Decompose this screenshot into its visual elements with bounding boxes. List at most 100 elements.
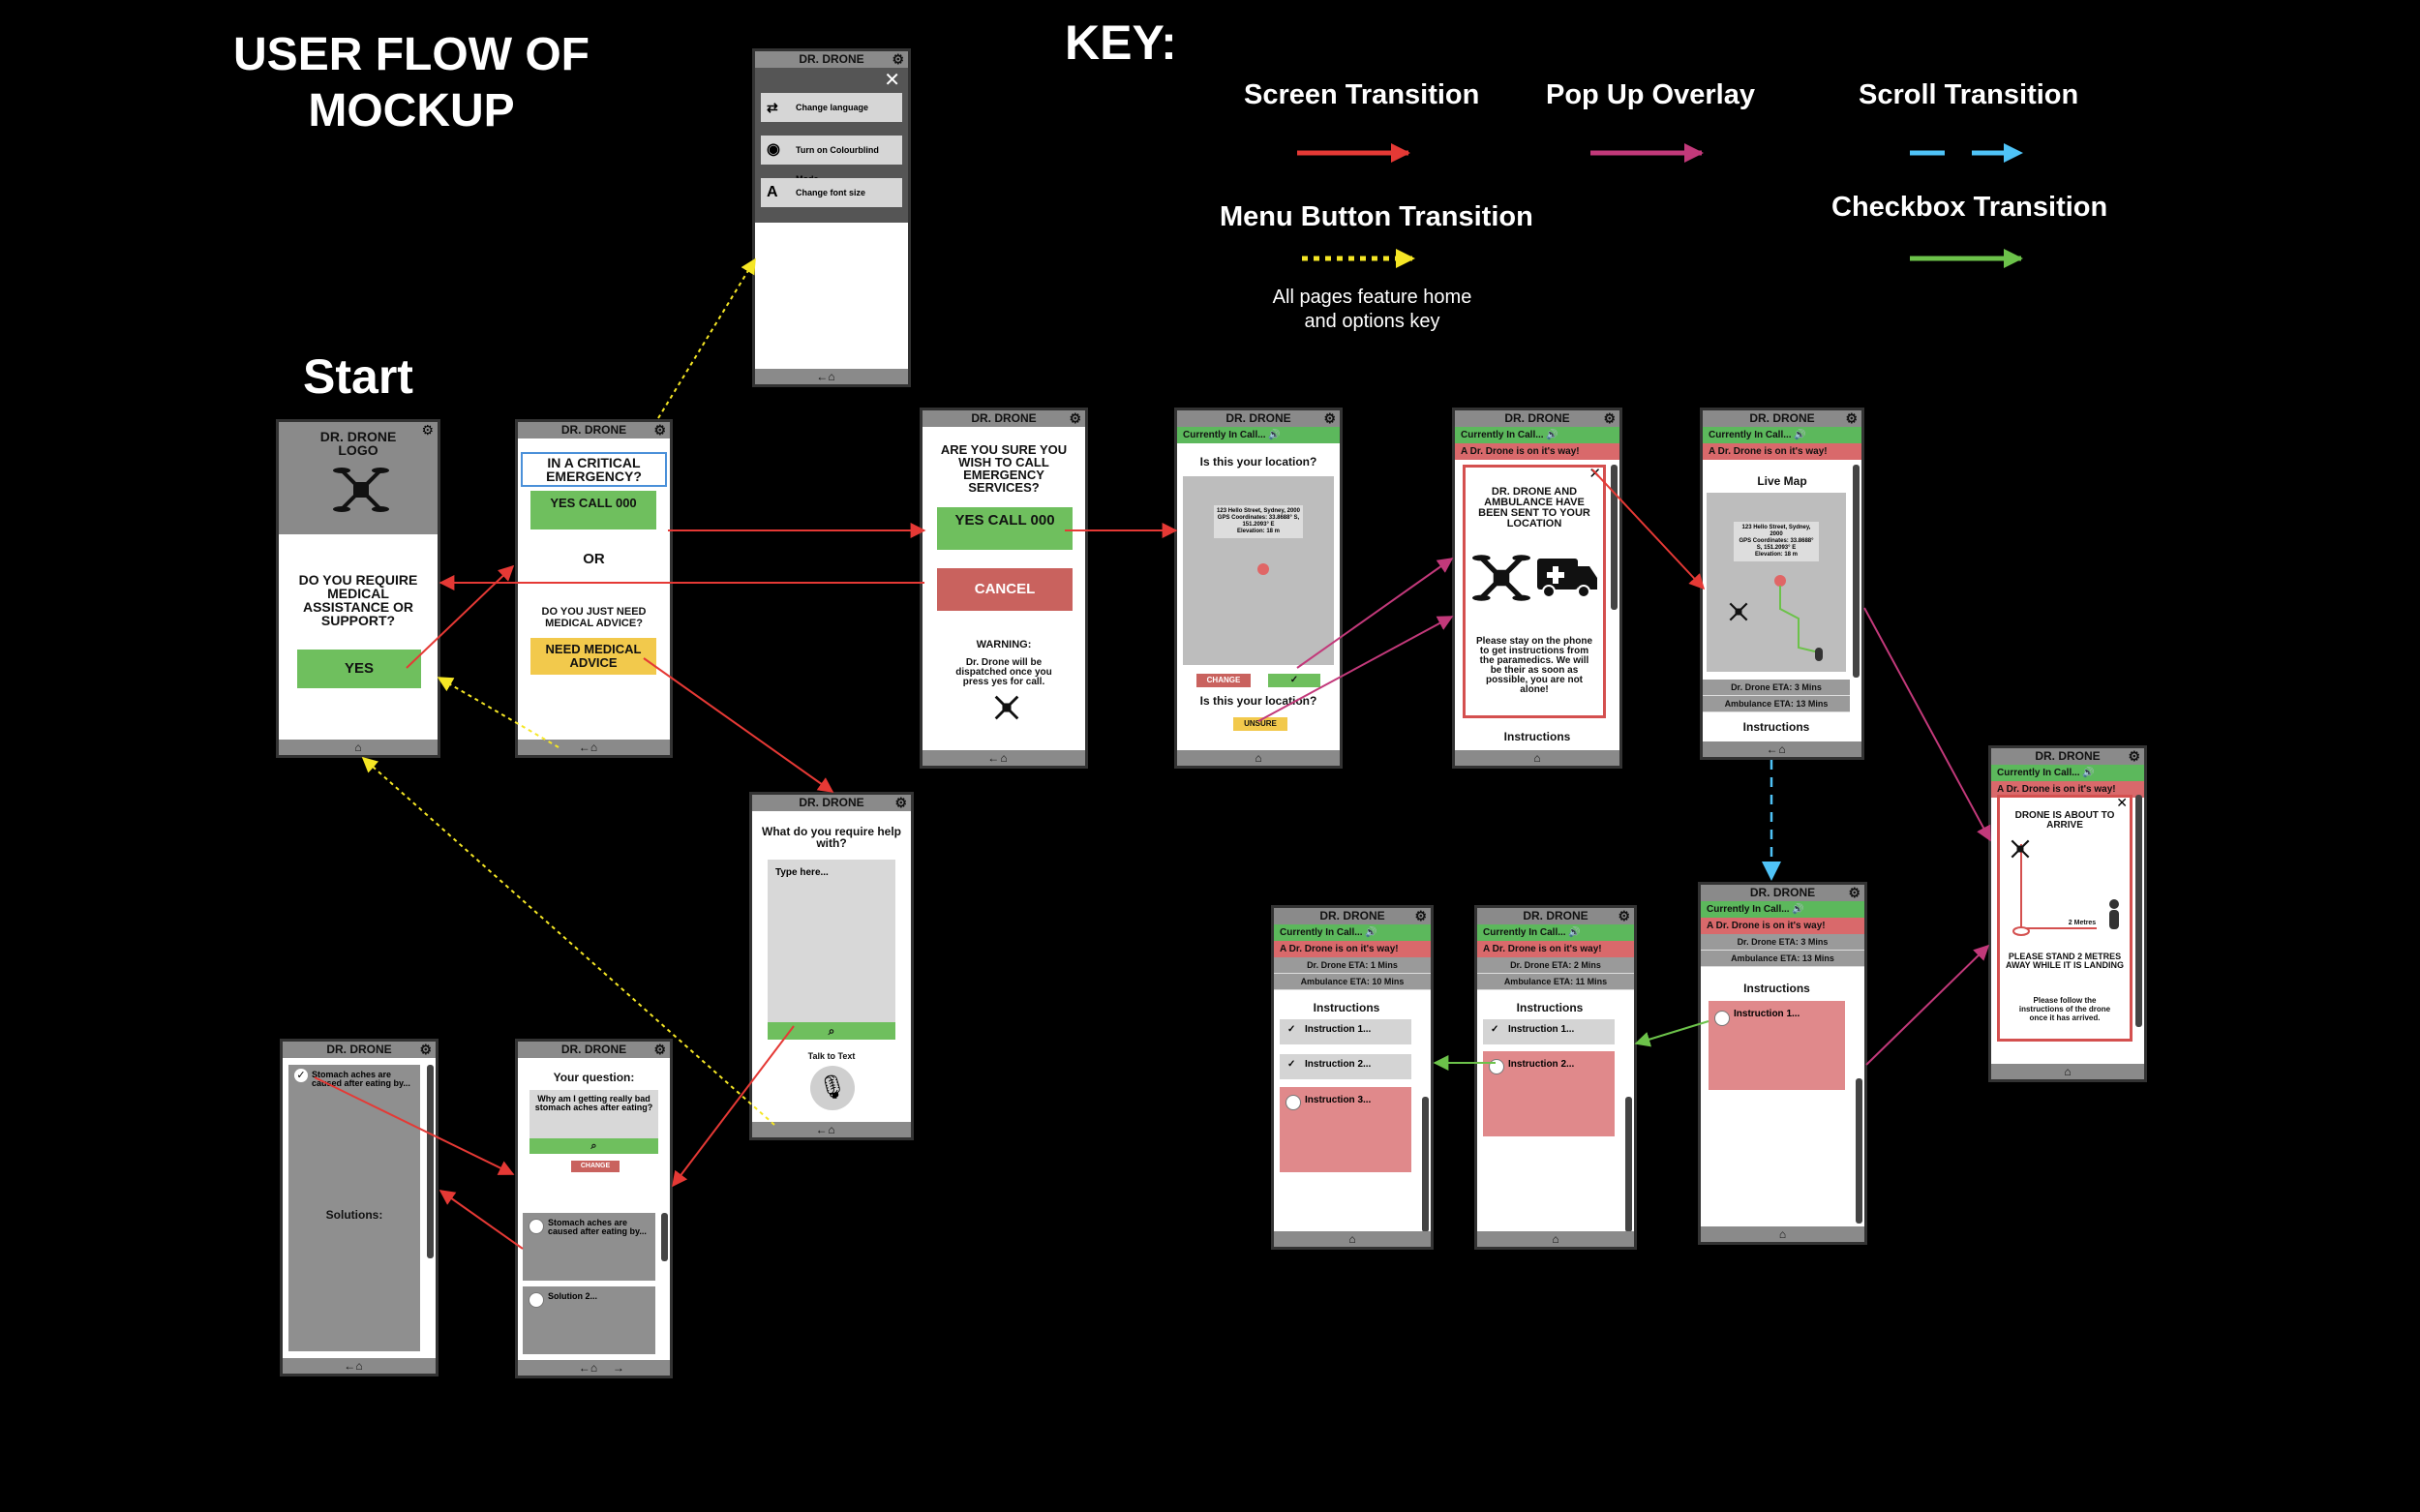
back-arrow-icon[interactable]: ← [579,1360,590,1376]
home-icon[interactable]: ⌂ [2064,1065,2071,1078]
footer-bar: ⌂ [1274,1231,1431,1247]
home-icon[interactable]: ⌂ [828,1123,834,1136]
result-card-2[interactable]: Solution 2... [523,1286,655,1354]
instruction-item-3[interactable]: Instruction 3... [1280,1087,1411,1172]
gear-icon[interactable]: ⚙ [1414,908,1427,923]
home-icon[interactable]: ⌂ [354,741,361,754]
checkbox[interactable] [1714,1011,1730,1026]
gear-icon[interactable]: ⚙ [653,1042,666,1057]
help-text-input[interactable]: Type here... [768,860,895,1024]
home-icon[interactable]: ⌂ [1778,742,1785,756]
scrollbar[interactable] [661,1213,668,1261]
gear-icon[interactable]: ⚙ [892,51,904,67]
check-icon[interactable]: ✓ [1287,1019,1295,1041]
close-icon[interactable]: ✕ [884,68,900,92]
scrollbar[interactable] [427,1065,434,1258]
scrollbar[interactable] [1853,465,1860,678]
gear-icon[interactable]: ⚙ [1323,410,1336,426]
gear-icon[interactable]: ⚙ [1069,410,1081,426]
change-button[interactable]: CHANGE [1196,674,1251,687]
checkbox[interactable] [1489,1059,1504,1074]
home-icon[interactable]: ⌂ [1348,1232,1355,1246]
back-arrow-icon[interactable]: ← [344,1358,355,1374]
unsure-button[interactable]: UNSURE [1233,717,1287,731]
menu-item-font-size[interactable]: A Change font size [761,178,902,207]
check-icon[interactable]: ✓ [1491,1019,1498,1041]
gear-icon[interactable]: ⚙ [1848,885,1860,900]
in-call-bar: Currently In Call... 🔊 [1274,924,1431,941]
screen-instructions-3: DR. DRONE ⚙ Currently In Call... 🔊 A Dr. … [1271,905,1434,1250]
menu-item-language[interactable]: ⇄ Change language [761,93,902,122]
gear-icon[interactable]: ⚙ [653,422,666,438]
back-arrow-icon[interactable]: ← [579,740,590,755]
instruction-item-1[interactable]: ✓ Instruction 1... [1483,1019,1615,1044]
instruction-label: Instruction 1... [1508,1024,1575,1035]
forward-arrow-icon[interactable]: → [613,1360,624,1376]
confirm-check-button[interactable]: ✓ [1268,674,1320,687]
instruction-item-2[interactable]: ✓ Instruction 2... [1280,1054,1411,1079]
need-advice-button[interactable]: NEED MEDICAL ADVICE [530,638,656,675]
back-arrow-icon[interactable]: ← [987,750,999,766]
checkbox[interactable] [529,1292,544,1308]
scrollbar[interactable] [1422,1097,1429,1232]
back-arrow-icon[interactable]: ← [816,369,828,384]
close-icon[interactable]: ✕ [1588,465,1601,482]
cancel-button[interactable]: CANCEL [937,568,1073,611]
home-icon[interactable]: ⌂ [1552,1232,1558,1246]
map-pin-icon [1257,563,1269,575]
diagram-title: USER FLOW OF MOCKUP [194,27,629,139]
back-arrow-icon[interactable]: ← [1767,741,1778,757]
arriving-heading: DRONE IS ABOUT TO ARRIVE [2014,810,2115,831]
search-button[interactable]: ⌕ [768,1022,895,1040]
home-icon[interactable]: ⌂ [590,1361,597,1375]
footer-bar: ← ⌂ [752,1122,911,1137]
speaker-icon: 🔊 [1546,430,1558,440]
gear-icon[interactable]: ⚙ [2128,748,2140,764]
search-button[interactable]: ⌕ [529,1138,658,1154]
home-icon[interactable]: ⌂ [1255,751,1261,765]
check-icon[interactable]: ✓ [1287,1054,1295,1075]
microphone-icon[interactable]: 🎙 [810,1066,855,1110]
scrollbar[interactable] [1856,1078,1862,1224]
drone-eta: Dr. Drone ETA: 2 Mins [1477,957,1634,974]
yes-call-button[interactable]: YES CALL 000 [530,491,656,529]
gear-icon[interactable]: ⚙ [1603,410,1616,426]
screen-dispatched: DR. DRONE ⚙ Currently In Call... 🔊 A Dr. … [1452,408,1622,769]
yes-call-button[interactable]: YES CALL 000 [937,507,1073,550]
drone-icon [2011,839,2030,859]
instruction-item-1[interactable]: Instruction 1... [1709,1001,1845,1090]
scrollbar[interactable] [2135,795,2142,1027]
on-way-text: A Dr. Drone is on it's way! [1997,784,2116,795]
instruction-item-2[interactable]: Instruction 2... [1483,1051,1615,1136]
menu-item-colourblind[interactable]: ◉Turn on Colourblind Mode [761,136,902,184]
home-icon[interactable]: ⌂ [1000,751,1007,765]
back-arrow-icon[interactable]: ← [816,1122,828,1137]
check-icon[interactable]: ✓ [294,1069,308,1082]
stand-away-text: PLEASE STAND 2 METRES AWAY WHILE IT IS L… [2006,952,2125,970]
critical-question: IN A CRITICAL EMERGENCY? [521,452,667,487]
result-card-1[interactable]: Stomach aches are caused after eating by… [523,1213,655,1281]
close-icon[interactable]: ✕ [2116,795,2128,811]
translate-icon: ⇄ [767,100,778,115]
gear-icon[interactable]: ⚙ [419,1042,432,1057]
instruction-item-1[interactable]: ✓ Instruction 1... [1280,1019,1411,1044]
yes-button[interactable]: YES [297,650,421,688]
gear-icon[interactable]: ⚙ [894,795,907,810]
gear-icon[interactable]: ⚙ [421,422,434,438]
footer-bar: ← ⌂ [755,369,908,384]
home-icon[interactable]: ⌂ [1533,751,1540,765]
gear-icon[interactable]: ⚙ [1618,908,1630,923]
gear-icon[interactable]: ⚙ [1845,410,1858,426]
speaker-icon: 🔊 [1792,904,1804,915]
home-icon[interactable]: ⌂ [1779,1227,1786,1241]
home-icon[interactable]: ⌂ [590,741,597,754]
search-icon: ⌕ [828,1024,835,1038]
scrollbar[interactable] [1611,465,1618,610]
home-icon[interactable]: ⌂ [828,370,834,383]
checkbox[interactable] [529,1219,544,1234]
live-map: 123 Hello Street, Sydney, 2000 GPS Coord… [1707,493,1846,672]
home-icon[interactable]: ⌂ [355,1359,362,1373]
checkbox[interactable] [1286,1095,1301,1110]
change-button[interactable]: CHANGE [571,1161,620,1172]
scrollbar[interactable] [1625,1097,1632,1232]
